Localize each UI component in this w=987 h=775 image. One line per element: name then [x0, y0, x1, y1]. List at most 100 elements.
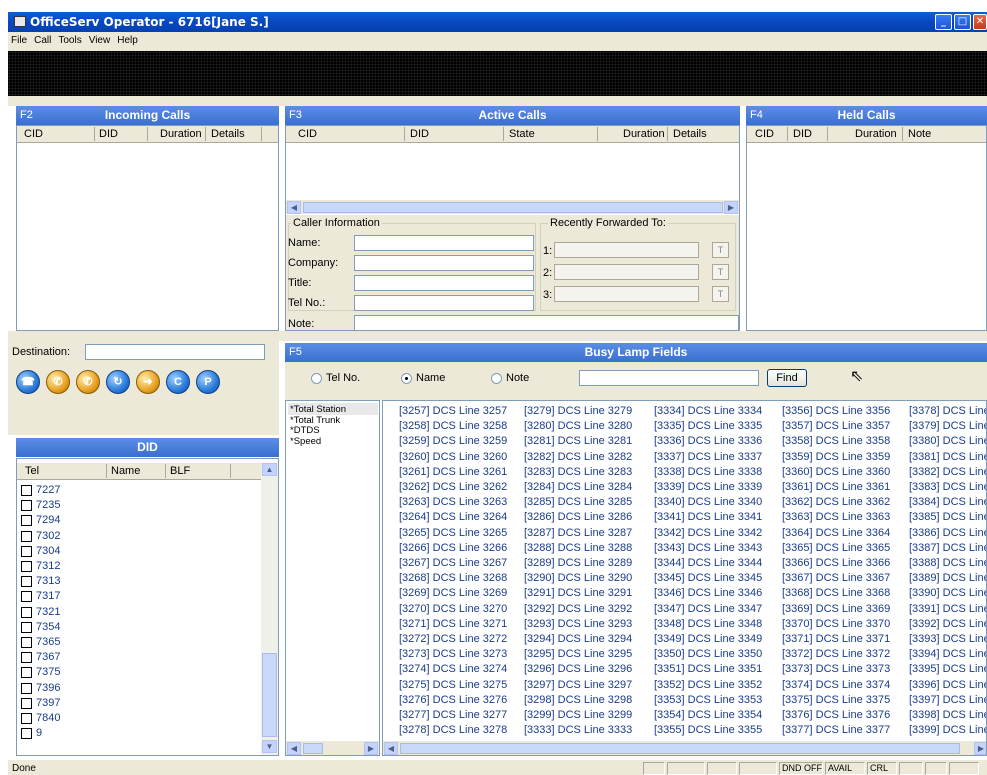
blf-entry[interactable]: [3257] DCS Line 3257: [399, 405, 507, 417]
blf-entry[interactable]: [3370] DCS Line 3370: [782, 618, 890, 630]
did-row[interactable]: 9: [36, 727, 42, 739]
did-checkbox[interactable]: [21, 530, 32, 542]
did-checkbox[interactable]: [21, 652, 32, 664]
blf-entry[interactable]: [3389] DCS Line: [909, 572, 986, 584]
blf-entry[interactable]: [3390] DCS Line: [909, 587, 986, 599]
menu-help[interactable]: Help: [114, 32, 142, 46]
blf-entry[interactable]: [3295] DCS Line 3295: [524, 648, 632, 660]
menu-view[interactable]: View: [86, 32, 115, 46]
blf-entry[interactable]: [3348] DCS Line 3348: [654, 618, 762, 630]
blf-group-item[interactable]: *Total Station: [290, 404, 346, 415]
blf-entry[interactable]: [3372] DCS Line 3372: [782, 648, 890, 660]
scroll-right-button[interactable]: ▶: [724, 201, 738, 214]
blf-entry[interactable]: [3263] DCS Line 3263: [399, 496, 507, 508]
blf-entry[interactable]: [3265] DCS Line 3265: [399, 527, 507, 539]
blf-entry[interactable]: [3376] DCS Line 3376: [782, 709, 890, 721]
blf-entry[interactable]: [3361] DCS Line 3361: [782, 481, 890, 493]
forward-slot-2-button[interactable]: T: [712, 264, 729, 280]
blf-entry[interactable]: [3277] DCS Line 3277: [399, 709, 507, 721]
blf-entry[interactable]: [3298] DCS Line 3298: [524, 694, 632, 706]
scroll-left-button[interactable]: ◀: [287, 742, 301, 755]
did-row[interactable]: 7321: [36, 606, 60, 618]
blf-entry[interactable]: [3288] DCS Line 3288: [524, 542, 632, 554]
blf-entry[interactable]: [3339] DCS Line 3339: [654, 481, 762, 493]
did-row[interactable]: 7840: [36, 712, 60, 724]
radio-tel-no[interactable]: [311, 373, 322, 384]
col-details[interactable]: Details: [211, 128, 245, 140]
scroll-down-button[interactable]: ▼: [262, 740, 277, 753]
blf-entry[interactable]: [3384] DCS Line: [909, 496, 986, 508]
tel-field[interactable]: [354, 295, 534, 311]
blf-entry[interactable]: [3378] DCS Line: [909, 405, 986, 417]
forward-slot-3-button[interactable]: T: [712, 286, 729, 302]
did-row[interactable]: 7367: [36, 651, 60, 663]
col-note[interactable]: Note: [908, 128, 931, 140]
blf-entry[interactable]: [3365] DCS Line 3365: [782, 542, 890, 554]
blf-entry[interactable]: [3259] DCS Line 3259: [399, 435, 507, 447]
blf-entry[interactable]: [3337] DCS Line 3337: [654, 451, 762, 463]
blf-entry[interactable]: [3274] DCS Line 3274: [399, 663, 507, 675]
col-did[interactable]: DID: [793, 128, 812, 140]
did-checkbox[interactable]: [21, 591, 32, 603]
blf-entry[interactable]: [3282] DCS Line 3282: [524, 451, 632, 463]
blf-entry[interactable]: [3292] DCS Line 3292: [524, 603, 632, 615]
scroll-thumb[interactable]: [400, 743, 960, 754]
blf-entry[interactable]: [3354] DCS Line 3354: [654, 709, 762, 721]
radio-note[interactable]: [491, 373, 502, 384]
did-row[interactable]: 7302: [36, 530, 60, 542]
blf-entry[interactable]: [3275] DCS Line 3275: [399, 679, 507, 691]
blf-entry[interactable]: [3395] DCS Line: [909, 663, 986, 675]
blf-entry[interactable]: [3357] DCS Line 3357: [782, 420, 890, 432]
did-checkbox[interactable]: [21, 515, 32, 527]
did-checkbox[interactable]: [21, 576, 32, 588]
blf-entry[interactable]: [3261] DCS Line 3261: [399, 466, 507, 478]
blf-entry[interactable]: [3335] DCS Line 3335: [654, 420, 762, 432]
col-cid[interactable]: CID: [24, 128, 43, 140]
scroll-thumb[interactable]: [303, 202, 723, 213]
blf-entry[interactable]: [3373] DCS Line 3373: [782, 663, 890, 675]
held-calls-list[interactable]: CID DID Duration Note: [746, 125, 987, 331]
did-checkbox[interactable]: [21, 561, 32, 572]
blf-group-item[interactable]: *Total Trunk: [290, 415, 340, 426]
blf-entry[interactable]: [3364] DCS Line 3364: [782, 527, 890, 539]
blf-entry[interactable]: [3394] DCS Line: [909, 648, 986, 660]
blf-entry[interactable]: [3358] DCS Line 3358: [782, 435, 890, 447]
scroll-right-button[interactable]: ▶: [364, 742, 378, 755]
blf-entry[interactable]: [3386] DCS Line: [909, 527, 986, 539]
blf-entry[interactable]: [3271] DCS Line 3271: [399, 618, 507, 630]
scroll-left-button[interactable]: ◀: [287, 201, 301, 214]
close-button[interactable]: ✕: [973, 14, 987, 30]
blf-entry[interactable]: [3375] DCS Line 3375: [782, 694, 890, 706]
did-row[interactable]: 7294: [36, 514, 60, 526]
blf-entry[interactable]: [3293] DCS Line 3293: [524, 618, 632, 630]
blf-entry[interactable]: [3276] DCS Line 3276: [399, 694, 507, 706]
blf-entry[interactable]: [3287] DCS Line 3287: [524, 527, 632, 539]
did-row[interactable]: 7354: [36, 621, 60, 633]
blf-entry[interactable]: [3382] DCS Line: [909, 466, 986, 478]
blf-group-item[interactable]: *DTDS: [290, 425, 320, 436]
blf-entry[interactable]: [3392] DCS Line: [909, 618, 986, 630]
col-details[interactable]: Details: [673, 128, 707, 140]
did-checkbox[interactable]: [21, 485, 32, 496]
blf-entry[interactable]: [3353] DCS Line 3353: [654, 694, 762, 706]
dial-icon[interactable]: ☎: [16, 370, 40, 394]
blf-entry[interactable]: [3368] DCS Line 3368: [782, 587, 890, 599]
blf-hscrollbar[interactable]: ◀ ▶: [383, 741, 986, 755]
blf-entry[interactable]: [3374] DCS Line 3374: [782, 679, 890, 691]
did-checkbox[interactable]: [21, 500, 32, 512]
blf-entry[interactable]: [3264] DCS Line 3264: [399, 511, 507, 523]
did-row[interactable]: 7235: [36, 499, 60, 511]
blf-entry[interactable]: [3278] DCS Line 3278: [399, 724, 507, 736]
scroll-thumb[interactable]: [262, 653, 277, 737]
did-checkbox[interactable]: [21, 667, 32, 679]
blf-entry[interactable]: [3346] DCS Line 3346: [654, 587, 762, 599]
blf-entry[interactable]: [3377] DCS Line 3377: [782, 724, 890, 736]
did-row[interactable]: 7317: [36, 590, 60, 602]
blf-entry[interactable]: [3338] DCS Line 3338: [654, 466, 762, 478]
radio-name[interactable]: [401, 373, 412, 384]
blf-entry[interactable]: [3285] DCS Line 3285: [524, 496, 632, 508]
blf-entry[interactable]: [3355] DCS Line 3355: [654, 724, 762, 736]
did-row[interactable]: 7365: [36, 636, 60, 648]
blf-entry[interactable]: [3385] DCS Line: [909, 511, 986, 523]
blf-entry[interactable]: [3381] DCS Line: [909, 451, 986, 463]
